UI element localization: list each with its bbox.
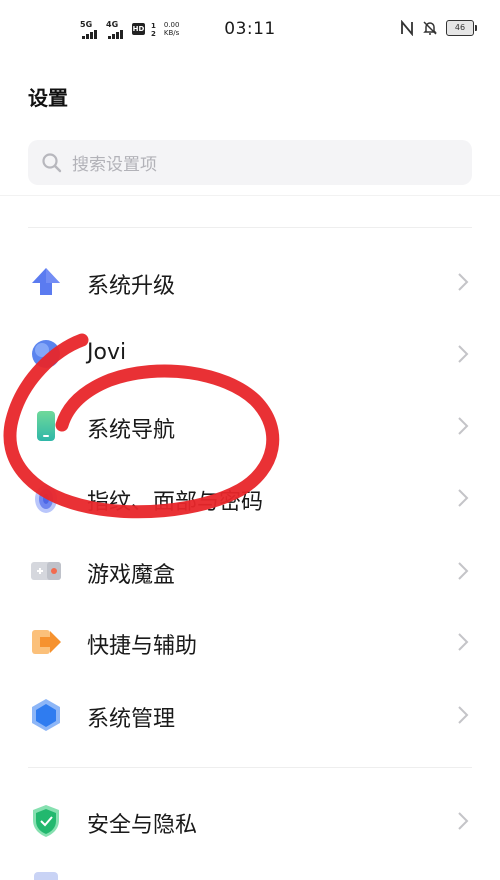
fingerprint-icon: [35, 485, 57, 513]
settings-item-label: 系统导航: [87, 418, 176, 443]
section-divider: [28, 767, 472, 768]
settings-item-label: 快捷与辅助: [87, 634, 198, 659]
settings-item-jovi[interactable]: Jovi: [0, 324, 500, 384]
hexagon-icon: [32, 699, 60, 731]
settings-item-game-box[interactable]: 游戏魔盒: [0, 541, 500, 601]
settings-item-system-navigation[interactable]: 系统导航: [0, 396, 500, 456]
chevron-right-icon: [458, 562, 469, 580]
chevron-right-icon: [458, 812, 469, 830]
settings-item-security-privacy[interactable]: 安全与隐私: [0, 791, 500, 851]
upgrade-arrow-icon: [32, 268, 60, 295]
settings-item-system-upgrade[interactable]: 系统升级: [0, 252, 500, 312]
phone-navigation-icon: [37, 411, 55, 441]
jovi-icon: [32, 340, 60, 368]
search-bar[interactable]: 搜索设置项: [28, 140, 472, 185]
section-divider: [28, 227, 472, 228]
settings-item-label: 游戏魔盒: [87, 563, 176, 588]
battery-icon: 46: [446, 20, 477, 36]
shield-icon: [33, 805, 59, 837]
chevron-right-icon: [458, 706, 469, 724]
settings-item-label: 指纹、面部与密码: [87, 490, 264, 515]
search-icon: [42, 152, 62, 172]
settings-item-system-management[interactable]: 系统管理: [0, 685, 500, 745]
next-item-icon-partial: [34, 872, 58, 880]
settings-item-shortcuts-accessibility[interactable]: 快捷与辅助: [0, 612, 500, 672]
settings-item-label: 系统升级: [87, 274, 176, 299]
status-bar: 5G 4G HD 1 2 0.00 KB/s 03:11 46: [0, 0, 500, 62]
settings-item-label: 系统管理: [87, 707, 176, 732]
nfc-icon: [401, 20, 413, 36]
settings-item-label: Jovi: [87, 340, 127, 365]
chevron-right-icon: [458, 633, 469, 651]
chevron-right-icon: [458, 273, 469, 291]
search-placeholder: 搜索设置项: [72, 155, 157, 175]
game-box-icon: [31, 562, 61, 580]
settings-item-fingerprint-face-password[interactable]: 指纹、面部与密码: [0, 468, 500, 528]
settings-item-label: 安全与隐私: [87, 813, 198, 838]
shortcut-arrow-icon: [32, 630, 61, 654]
status-indicators-right: 46: [400, 20, 477, 36]
chevron-right-icon: [458, 489, 469, 507]
header-divider: [0, 195, 500, 196]
chevron-right-icon: [458, 345, 469, 363]
chevron-right-icon: [458, 417, 469, 435]
mute-bell-icon: [423, 21, 437, 35]
page-title: 设置: [28, 86, 68, 110]
